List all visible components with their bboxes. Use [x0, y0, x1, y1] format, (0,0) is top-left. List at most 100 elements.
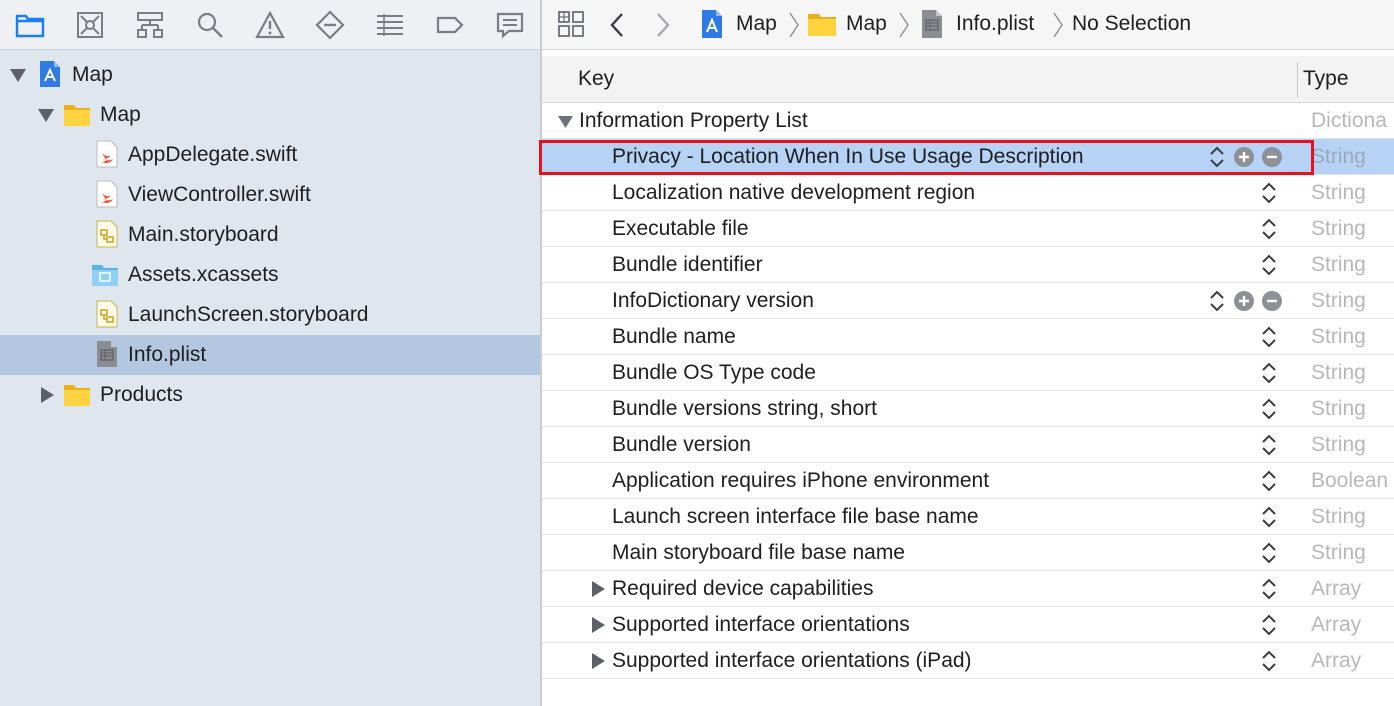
plist-key[interactable]: Supported interface orientations	[612, 613, 910, 637]
related-items-icon[interactable]	[557, 10, 585, 38]
plist-type[interactable]: String	[1311, 217, 1366, 241]
plist-type[interactable]: String	[1311, 541, 1366, 565]
key-stepper-icon[interactable]	[1259, 468, 1279, 494]
plist-row[interactable]: Localization native development region S…	[542, 175, 1394, 211]
disclosure-open-icon[interactable]	[37, 106, 55, 124]
plist-key[interactable]: Localization native development region	[612, 181, 975, 205]
plist-row[interactable]: Executable file String	[542, 211, 1394, 247]
key-stepper-icon[interactable]	[1259, 612, 1279, 638]
plist-type[interactable]: String	[1311, 145, 1366, 169]
tree-item-label: Assets.xcassets	[128, 263, 279, 286]
breadcrumb-file[interactable]: Info.plist	[920, 9, 1034, 39]
key-stepper-icon[interactable]	[1259, 432, 1279, 458]
plist-type[interactable]: String	[1311, 433, 1366, 457]
remove-row-icon[interactable]	[1262, 291, 1282, 311]
plist-key[interactable]: Bundle versions string, short	[612, 397, 877, 421]
plist-key[interactable]: Bundle identifier	[612, 253, 763, 277]
tag-icon[interactable]	[420, 0, 480, 50]
disclosure-closed-icon[interactable]	[590, 653, 606, 669]
tree-item-products[interactable]: Products	[0, 375, 540, 415]
plist-row[interactable]: Supported interface orientations Array	[542, 607, 1394, 643]
plist-row[interactable]: Bundle version String	[542, 427, 1394, 463]
breakpoint-icon[interactable]	[300, 0, 360, 50]
key-stepper-icon[interactable]	[1259, 360, 1279, 386]
plist-type[interactable]: String	[1311, 397, 1366, 421]
key-stepper-icon[interactable]	[1207, 288, 1227, 314]
plist-key[interactable]: Bundle OS Type code	[612, 361, 816, 385]
plist-row[interactable]: Bundle versions string, short String	[542, 391, 1394, 427]
storyboard-icon	[96, 220, 118, 248]
plist-type[interactable]: Dictiona	[1311, 109, 1387, 133]
plist-key[interactable]: Application requires iPhone environment	[612, 469, 989, 493]
tree-item-map-project[interactable]: Map	[0, 55, 540, 95]
key-stepper-icon[interactable]	[1259, 216, 1279, 242]
column-key-header[interactable]: Key	[578, 67, 614, 91]
plist-row[interactable]: Launch screen interface file base name S…	[542, 499, 1394, 535]
plist-row[interactable]: Bundle identifier String	[542, 247, 1394, 283]
plist-type[interactable]: String	[1311, 361, 1366, 385]
disclosure-open-icon[interactable]	[557, 113, 574, 130]
tree-item-info-plist[interactable]: Info.plist	[0, 335, 540, 375]
warning-icon[interactable]	[240, 0, 300, 50]
plist-key[interactable]: Launch screen interface file base name	[612, 505, 979, 529]
plist-type[interactable]: String	[1311, 505, 1366, 529]
tree-item-appdelegate[interactable]: AppDelegate.swift	[0, 135, 540, 175]
plist-row[interactable]: Required device capabilities Array	[542, 571, 1394, 607]
key-stepper-icon[interactable]	[1259, 324, 1279, 350]
key-stepper-icon[interactable]	[1259, 396, 1279, 422]
breadcrumb-project[interactable]: Map	[699, 9, 777, 39]
tree-item-map-folder[interactable]: Map	[0, 95, 540, 135]
plist-row[interactable]: Bundle name String	[542, 319, 1394, 355]
plist-row[interactable]: Main storyboard file base name String	[542, 535, 1394, 571]
key-stepper-icon[interactable]	[1259, 180, 1279, 206]
storyboard-icon	[96, 300, 118, 328]
plist-key[interactable]: Supported interface orientations (iPad)	[612, 649, 972, 673]
plist-type[interactable]: Array	[1311, 577, 1361, 601]
plist-key[interactable]: Required device capabilities	[612, 577, 874, 601]
tree-item-viewcontroller[interactable]: ViewController.swift	[0, 175, 540, 215]
plist-type[interactable]: String	[1311, 181, 1366, 205]
disclosure-open-icon[interactable]	[9, 66, 27, 84]
tree-item-label: Products	[100, 383, 183, 406]
tree-item-main-storyboard[interactable]: Main.storyboard	[0, 215, 540, 255]
list-icon[interactable]	[360, 0, 420, 50]
key-stepper-icon[interactable]	[1259, 576, 1279, 602]
plist-row-root[interactable]: Information Property List Dictiona	[542, 103, 1394, 139]
plist-type[interactable]: String	[1311, 253, 1366, 277]
plist-row[interactable]: Application requires iPhone environment …	[542, 463, 1394, 499]
plist-key[interactable]: Main storyboard file base name	[612, 541, 905, 565]
plist-type[interactable]: String	[1311, 325, 1366, 349]
hierarchy-icon[interactable]	[120, 0, 180, 50]
plist-row[interactable]: Bundle OS Type code String	[542, 355, 1394, 391]
plist-row[interactable]: Supported interface orientations (iPad) …	[542, 643, 1394, 679]
disclosure-closed-icon[interactable]	[38, 386, 56, 404]
disclosure-closed-icon[interactable]	[590, 581, 606, 597]
plist-type[interactable]: Boolean	[1311, 469, 1388, 493]
back-button[interactable]	[607, 11, 627, 39]
folder-icon[interactable]	[0, 0, 60, 50]
disclosure-closed-icon[interactable]	[590, 617, 606, 633]
plist-key[interactable]: Bundle name	[612, 325, 736, 349]
search-icon[interactable]	[180, 0, 240, 50]
source-control-icon[interactable]	[60, 0, 120, 50]
plist-key[interactable]: Bundle version	[612, 433, 751, 457]
key-stepper-icon[interactable]	[1259, 252, 1279, 278]
plist-type[interactable]: String	[1311, 289, 1366, 313]
tree-item-launchscreen[interactable]: LaunchScreen.storyboard	[0, 295, 540, 335]
column-type-header[interactable]: Type	[1303, 67, 1349, 91]
column-separator[interactable]	[1297, 62, 1298, 98]
forward-button[interactable]	[653, 11, 673, 39]
add-row-icon[interactable]	[1234, 291, 1254, 311]
key-stepper-icon[interactable]	[1259, 540, 1279, 566]
plist-type[interactable]: Array	[1311, 649, 1361, 673]
breadcrumb-folder[interactable]: Map	[807, 10, 887, 38]
key-stepper-icon[interactable]	[1259, 504, 1279, 530]
plist-key[interactable]: InfoDictionary version	[612, 289, 814, 313]
breadcrumb-no-selection[interactable]: No Selection	[1072, 12, 1191, 36]
plist-row[interactable]: InfoDictionary version String	[542, 283, 1394, 319]
comment-icon[interactable]	[480, 0, 540, 50]
plist-key[interactable]: Executable file	[612, 217, 749, 241]
tree-item-assets[interactable]: Assets.xcassets	[0, 255, 540, 295]
key-stepper-icon[interactable]	[1259, 648, 1279, 674]
plist-type[interactable]: Array	[1311, 613, 1361, 637]
